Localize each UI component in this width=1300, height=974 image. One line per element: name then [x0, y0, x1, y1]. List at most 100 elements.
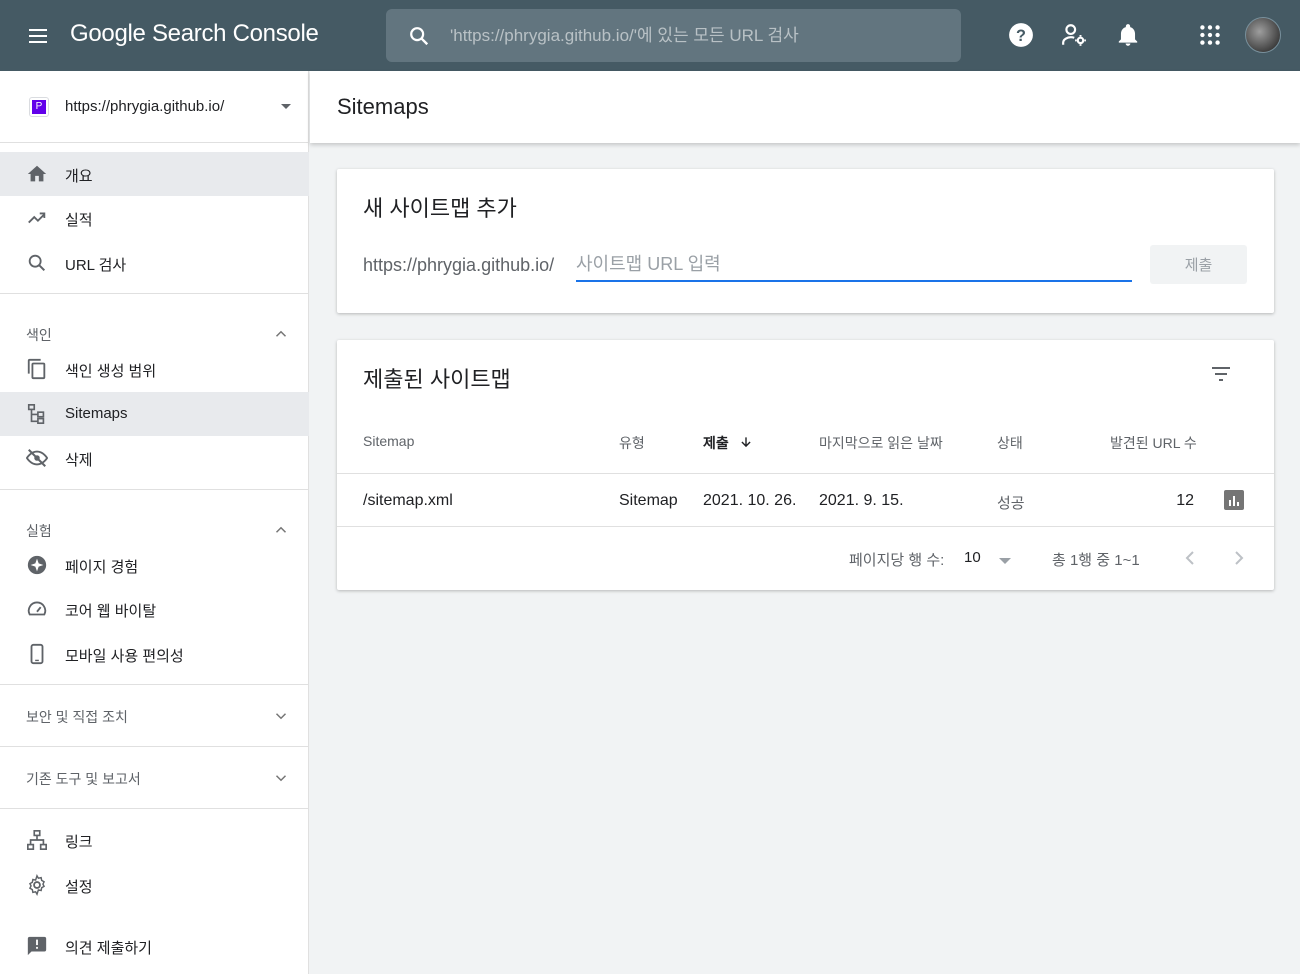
copy-pages-icon — [27, 358, 46, 380]
sidebar-item-sitemaps[interactable]: Sitemaps — [0, 392, 309, 436]
speedometer-icon — [27, 601, 47, 616]
sidebar-item-coverage[interactable]: 색인 생성 범위 — [0, 347, 309, 391]
pagination-range: 총 1행 중 1~1 — [1052, 552, 1140, 569]
sidebar-item-links[interactable]: 링크 — [0, 818, 309, 862]
sidebar-item-label: 코어 웹 바이탈 — [65, 603, 157, 620]
sidebar-item-label: 색인 생성 범위 — [65, 363, 157, 380]
column-header-sitemap[interactable]: Sitemap — [363, 433, 414, 449]
help-icon[interactable]: ? — [1008, 22, 1034, 48]
submitted-sitemaps-title: 제출된 사이트맵 — [363, 367, 511, 392]
chevron-up-icon — [275, 526, 287, 533]
bar-chart-icon[interactable] — [1224, 490, 1244, 510]
property-url: https://phrygia.github.io/ — [65, 98, 225, 115]
sidebar-item-performance[interactable]: 실적 — [0, 196, 309, 240]
chevron-down-icon — [275, 713, 287, 720]
sidebar-item-mobile-usability[interactable]: 모바일 사용 편의성 — [0, 632, 309, 676]
search-icon — [28, 254, 46, 272]
sidebar-item-label: 모바일 사용 편의성 — [65, 648, 184, 665]
sitemap-path: /sitemap.xml — [363, 492, 453, 509]
sidebar-item-label: 링크 — [65, 834, 93, 851]
section-legacy-tools[interactable]: 기존 도구 및 보고서 — [0, 747, 309, 807]
sidebar-item-label: 실적 — [65, 212, 93, 229]
gear-icon — [28, 874, 46, 896]
sidebar-item-label: 의견 제출하기 — [65, 940, 152, 957]
add-sitemap-card: 새 사이트맵 추가 https://phrygia.github.io/ 제출 — [337, 169, 1274, 313]
section-security[interactable]: 보안 및 직접 조치 — [0, 685, 309, 745]
section-label: 보안 및 직접 조치 — [26, 709, 128, 725]
section-label: 실험 — [26, 523, 52, 539]
sitemap-type: Sitemap — [619, 492, 678, 509]
column-header-type[interactable]: 유형 — [619, 433, 645, 453]
submitted-date: 2021. 10. 26. — [703, 492, 797, 509]
sidebar-item-label: 개요 — [65, 168, 93, 185]
column-header-submitted[interactable]: 제출 — [703, 433, 753, 453]
search-input[interactable] — [450, 9, 950, 62]
sidebar-item-overview[interactable]: 개요 — [0, 152, 309, 196]
sidebar-nav: P https://phrygia.github.io/ 개요 실적 URL 검… — [0, 71, 309, 974]
network-icon — [27, 830, 47, 850]
divider — [0, 293, 309, 294]
property-logo-icon: P — [29, 97, 49, 117]
status-text: 성공 — [997, 495, 1025, 512]
trending-up-icon — [28, 212, 46, 224]
eye-off-icon — [26, 449, 48, 467]
chevron-left-icon[interactable] — [1178, 546, 1202, 570]
chevron-down-icon — [275, 775, 287, 782]
chevron-right-icon[interactable] — [1227, 546, 1251, 570]
plus-circle-icon — [27, 555, 47, 575]
section-label: 기존 도구 및 보고서 — [26, 771, 141, 787]
app-title[interactable]: Google Search Console — [70, 20, 319, 48]
notifications-bell-icon[interactable] — [1115, 22, 1141, 48]
filter-icon[interactable] — [1209, 362, 1233, 386]
arrow-down-icon — [741, 437, 751, 448]
dropdown-caret-icon — [999, 558, 1011, 564]
sidebar-item-url-inspection[interactable]: URL 검사 — [0, 241, 309, 285]
divider — [337, 526, 1274, 527]
divider — [0, 808, 309, 809]
divider — [0, 489, 309, 490]
feedback-icon — [27, 936, 47, 956]
submit-button[interactable]: 제출 — [1150, 245, 1247, 284]
manage-users-icon[interactable] — [1061, 22, 1087, 48]
sidebar-item-label: Sitemaps — [65, 405, 128, 422]
sitemap-icon — [27, 404, 45, 424]
sitemap-url-prefix: https://phrygia.github.io/ — [363, 255, 555, 275]
add-sitemap-title: 새 사이트맵 추가 — [363, 196, 517, 221]
discovered-url-count: 12 — [1176, 492, 1194, 509]
page-title: Sitemaps — [337, 94, 429, 119]
divider — [337, 473, 1274, 474]
rows-per-page-value: 10 — [964, 549, 981, 566]
last-read-date: 2021. 9. 15. — [819, 492, 904, 509]
account-avatar[interactable] — [1245, 17, 1281, 53]
home-icon — [27, 165, 47, 182]
sitemap-url-input[interactable] — [576, 249, 1132, 282]
sidebar-item-label: 설정 — [65, 879, 93, 896]
column-header-last-read[interactable]: 마지막으로 읽은 날짜 — [819, 433, 943, 453]
rows-per-page-label: 페이지당 행 수: — [849, 552, 945, 569]
chevron-up-icon — [275, 330, 287, 337]
column-header-label: 제출 — [703, 435, 729, 451]
submitted-sitemaps-card: 제출된 사이트맵 Sitemap 유형 제출 마지막으로 읽은 날짜 상태 발견… — [337, 340, 1274, 590]
page-header: Sitemaps — [310, 71, 1300, 143]
phone-icon — [30, 643, 44, 665]
sidebar-item-removals[interactable]: 삭제 — [0, 436, 309, 480]
sidebar-item-label: 삭제 — [65, 452, 93, 469]
sidebar-item-page-experience[interactable]: 페이지 경험 — [0, 543, 309, 587]
search-icon — [410, 27, 429, 46]
sidebar-item-core-web-vitals[interactable]: 코어 웹 바이탈 — [0, 587, 309, 631]
section-label: 색인 — [26, 327, 52, 343]
svg-text:?: ? — [1016, 27, 1026, 45]
sidebar-item-feedback[interactable]: 의견 제출하기 — [0, 924, 309, 968]
sidebar-item-settings[interactable]: 설정 — [0, 863, 309, 907]
top-app-bar: Google Search Console ? — [0, 0, 1300, 71]
property-selector[interactable]: P https://phrygia.github.io/ — [0, 71, 309, 143]
apps-grid-icon[interactable] — [1197, 22, 1223, 48]
menu-icon[interactable] — [26, 24, 50, 48]
url-inspection-search[interactable] — [386, 9, 961, 62]
rows-per-page-select[interactable]: 10 — [963, 544, 1013, 574]
column-header-discovered-urls[interactable]: 발견된 URL 수 — [1110, 433, 1197, 453]
sidebar-item-label: URL 검사 — [65, 257, 127, 274]
column-header-status[interactable]: 상태 — [997, 433, 1023, 453]
dropdown-caret-icon — [281, 104, 291, 109]
sidebar-item-label: 페이지 경험 — [65, 559, 139, 576]
